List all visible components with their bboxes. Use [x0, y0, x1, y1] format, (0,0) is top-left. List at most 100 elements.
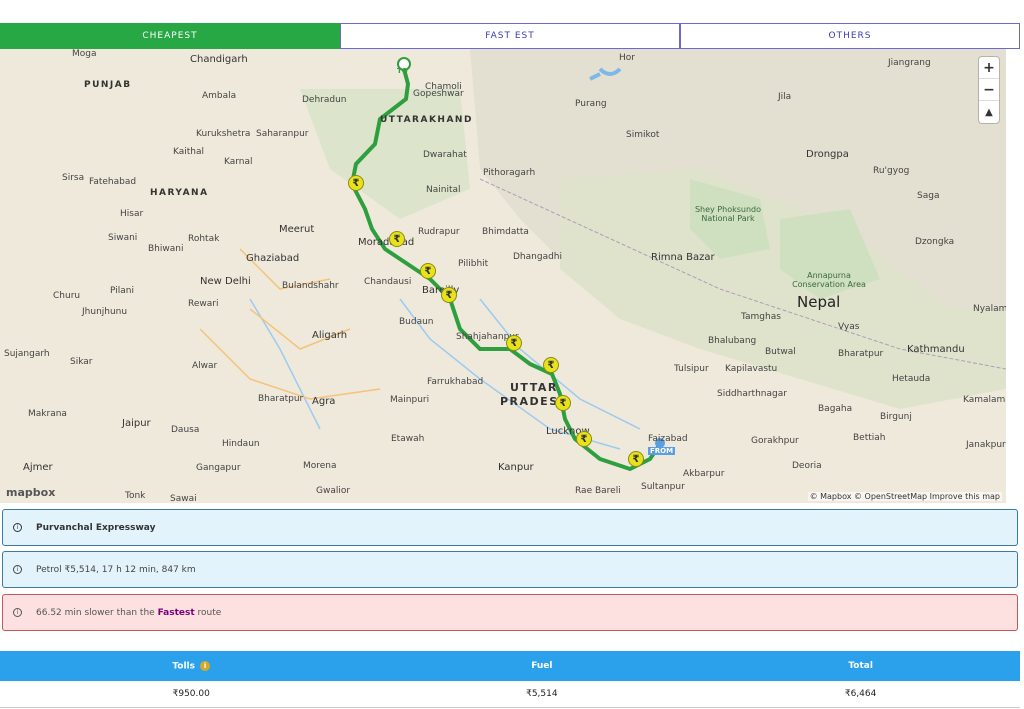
map-label: Drongpa: [806, 149, 849, 160]
zoom-in-button[interactable]: +: [979, 57, 999, 79]
zoom-controls: + − ▲: [979, 57, 999, 123]
map-label: Vyas: [838, 322, 860, 332]
map-label: Dwarahat: [423, 150, 467, 160]
map-label: Pilibhit: [458, 259, 489, 269]
map-label: Purang: [575, 99, 607, 109]
toll-marker[interactable]: ₹: [506, 335, 522, 351]
map-label: Hor: [619, 53, 635, 63]
map-label: Gopeshwar: [413, 89, 464, 99]
map-label: Gwalior: [316, 486, 351, 496]
map-label: Morena: [303, 461, 337, 471]
map-label: Bharatpur: [258, 394, 304, 404]
route-map[interactable]: Moga Chandigarh PUNJAB Ambala Dehradun C…: [0, 49, 1006, 503]
map-label: Bharatpur: [838, 349, 884, 359]
map-label: Deoria: [792, 461, 822, 471]
map-label: Hetauda: [892, 374, 931, 384]
route-summary-alert: i Petrol ₹5,514, 17 h 12 min, 847 km: [2, 551, 1018, 588]
map-label: Bhalubang: [708, 336, 757, 346]
toll-marker[interactable]: ₹: [348, 175, 364, 191]
map-label: Bulandshahr: [282, 281, 339, 291]
toll-marker[interactable]: ₹: [576, 431, 592, 447]
tolls-value: ₹950.00: [0, 681, 383, 708]
map-label: Moga: [72, 49, 97, 59]
map-label: Alwar: [192, 361, 218, 371]
route-summary: Petrol ₹5,514, 17 h 12 min, 847 km: [36, 564, 196, 575]
map-label: Karnal: [224, 157, 253, 167]
map-label: Mainpuri: [390, 395, 430, 405]
map-label: Sirsa: [62, 173, 85, 183]
map-label: Rewari: [188, 299, 219, 309]
fastest-link[interactable]: Fastest: [158, 608, 195, 618]
map-label: Tulsipur: [674, 364, 709, 374]
map-label: Fatehabad: [89, 177, 137, 187]
map-label: Annapurna Conservation Area: [792, 271, 866, 289]
map-label: Kapilavastu: [725, 364, 778, 374]
map-label: Sawai: [170, 494, 197, 503]
map-label: Akbarpur: [683, 469, 725, 479]
route-start-marker: FROM: [648, 447, 676, 455]
map-label: New Delhi: [200, 276, 251, 287]
table-row: ₹950.00 ₹5,514 ₹6,464: [0, 681, 1020, 708]
map-label: Shey Phoksundo National Park: [694, 205, 762, 223]
map-label: Hisar: [120, 209, 144, 219]
map-label: Ghaziabad: [246, 253, 300, 264]
map-label: Chandigarh: [190, 54, 248, 65]
route-end-marker: TO: [397, 67, 408, 75]
map-label: Rohtak: [188, 234, 220, 244]
map-label: Sikar: [70, 357, 93, 367]
map-label: Bhiwani: [148, 244, 184, 254]
route-name: Purvanchal Expressway: [36, 522, 156, 533]
info-icon: i: [13, 523, 22, 532]
toll-marker[interactable]: ₹: [389, 231, 405, 247]
info-icon[interactable]: i: [200, 660, 211, 671]
map-label: Jiangrang: [888, 58, 931, 68]
map-label: Churu: [53, 291, 81, 301]
map-state-label: PUNJAB: [84, 80, 132, 90]
map-label: Dausa: [171, 425, 200, 435]
map-label: Jhunjhunu: [82, 307, 128, 317]
map-label: Jaipur: [122, 418, 151, 429]
map-label: Bagaha: [818, 404, 853, 414]
toll-marker[interactable]: ₹: [628, 451, 644, 467]
map-label: Saga: [917, 191, 940, 201]
tab-cheapest[interactable]: CHEAPEST: [0, 23, 340, 49]
map-label: Rimna Bazar: [651, 252, 715, 263]
toll-marker[interactable]: ₹: [420, 263, 436, 279]
map-attribution[interactable]: © Mapbox © OpenStreetMap Improve this ma…: [807, 492, 1002, 501]
map-label: Kaithal: [173, 147, 205, 157]
map-label: Gorakhpur: [751, 436, 799, 446]
map-label: Birgunj: [880, 412, 912, 422]
toll-marker[interactable]: ₹: [441, 287, 457, 303]
map-label: Ru'gyog: [873, 166, 910, 176]
tab-others[interactable]: OTHERS: [680, 23, 1020, 49]
map-label: Ambala: [202, 91, 237, 101]
map-label: Tonk: [125, 491, 146, 501]
toll-marker[interactable]: ₹: [555, 395, 571, 411]
map-label: Bhimdatta: [482, 227, 529, 237]
map-label: Kurukshetra: [196, 129, 251, 139]
fuel-header: Fuel: [382, 651, 702, 681]
info-icon: i: [13, 565, 22, 574]
map-country-label: Nepal: [797, 293, 841, 311]
map-label: Budaun: [399, 317, 434, 327]
map-label: Dhangadhi: [513, 252, 562, 262]
map-label: Saharanpur: [256, 129, 309, 139]
map-label: Simikot: [626, 130, 660, 140]
zoom-out-button[interactable]: −: [979, 79, 999, 101]
map-label: Gangapur: [196, 463, 241, 473]
map-label: Etawah: [391, 434, 425, 444]
map-label: Chandausi: [364, 277, 412, 287]
map-label: Jila: [778, 92, 792, 102]
map-state-label: HARYANA: [150, 188, 209, 198]
map-label: Rudrapur: [418, 227, 460, 237]
toll-marker[interactable]: ₹: [543, 357, 559, 373]
map-state-label: UTTAR: [510, 381, 558, 394]
tab-fastest[interactable]: FAST EST: [340, 23, 680, 49]
cost-table: Tolls i Fuel Total ₹950.00 ₹5,514 ₹6,464: [0, 651, 1020, 708]
map-label: Dzongka: [915, 237, 955, 247]
map-label: Janakpur: [966, 440, 1006, 450]
mapbox-logo[interactable]: mapbox: [6, 486, 55, 499]
map-label: Sultanpur: [641, 482, 685, 492]
map-label: Makrana: [28, 409, 67, 419]
compass-icon[interactable]: ▲: [979, 101, 999, 123]
